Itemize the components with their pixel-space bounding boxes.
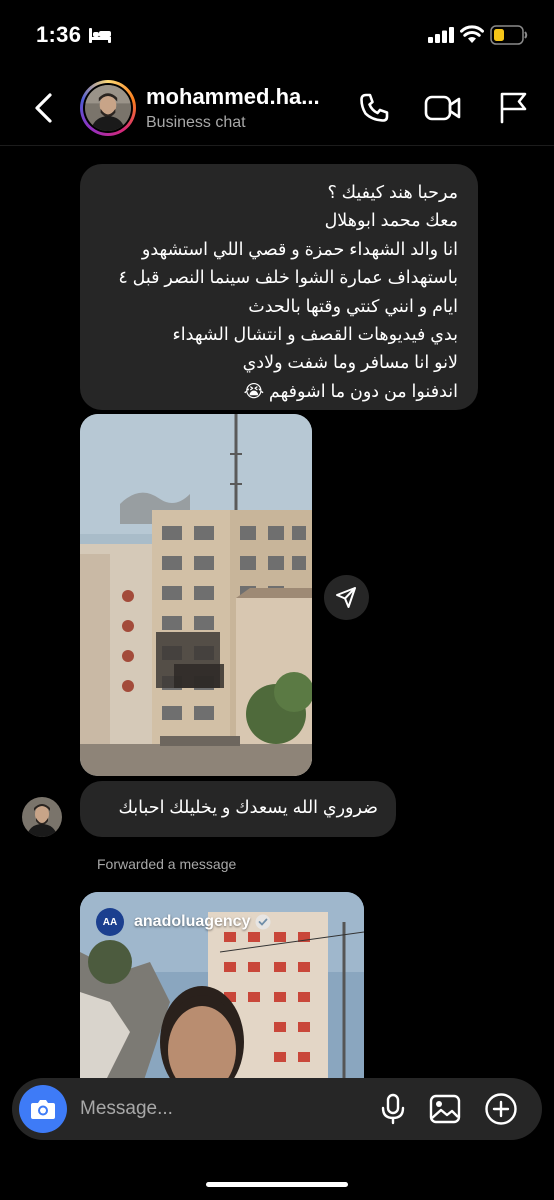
forwarded-label: Forwarded a message [97,856,237,872]
gallery-icon[interactable] [428,1093,462,1125]
photo-message[interactable] [80,414,312,776]
message-line: لانو انا مسافر وما شفت ولادي [242,352,458,373]
message-line: معك محمد ابوهلال [324,210,458,231]
forwarded-reel[interactable]: AA anadoluagency [80,892,364,1092]
chat-username[interactable]: mohammed.ha... [146,84,342,110]
message-line: مرحبا هند كيفيك ؟ [327,182,458,202]
wifi-icon [460,25,484,43]
share-button[interactable] [324,575,369,620]
message-line: باستهداف عمارة الشوا خلف سينما النصر قبل… [118,267,458,288]
reel-username[interactable]: anadoluagency [134,913,250,931]
camera-button[interactable] [19,1085,67,1133]
avatar-photo [85,85,131,131]
chat-subtitle: Business chat [146,114,246,131]
status-time: 1:36 [36,22,82,47]
message-line: ايام و انني كنتي وقتها بالحدث [248,295,458,316]
message-input[interactable] [80,1090,360,1128]
verified-icon [255,914,271,930]
home-indicator[interactable] [206,1182,348,1187]
message-text: ضروري الله يسعدك و يخليلك احبابك [118,797,378,817]
video-icon[interactable] [424,92,462,124]
avatar[interactable] [80,80,136,136]
reel-author[interactable]: AA anadoluagency [96,908,271,936]
message-bubble[interactable]: مرحبا هند كيفيك ؟ معك محمد ابوهلال انا و… [80,164,478,410]
back-icon[interactable] [30,92,60,124]
signal-icon [428,27,454,43]
message-line: اندفنوا من دون ما اشوفهم 😭 [243,380,458,401]
call-icon[interactable] [358,92,390,124]
camera-icon [31,1100,55,1119]
message-line: بدي فيديوهات القصف و انتشال الشهداء [172,324,458,345]
chat-header: mohammed.ha... Business chat [0,70,554,146]
message-composer [12,1078,542,1140]
flag-icon[interactable] [498,90,528,124]
bed-icon [89,28,111,43]
message-bubble[interactable]: ضروري الله يسعدك و يخليلك احبابك [80,781,396,837]
send-icon [336,587,356,608]
plus-icon[interactable] [484,1092,518,1126]
status-bar: 1:36 [0,0,554,70]
battery-icon [490,25,528,45]
anadolu-logo: AA [96,908,124,936]
message-line: انا والد الشهداء حمزة و قصي اللي استشهدو [141,238,458,259]
mic-icon[interactable] [378,1093,408,1125]
sender-avatar[interactable] [22,797,62,837]
